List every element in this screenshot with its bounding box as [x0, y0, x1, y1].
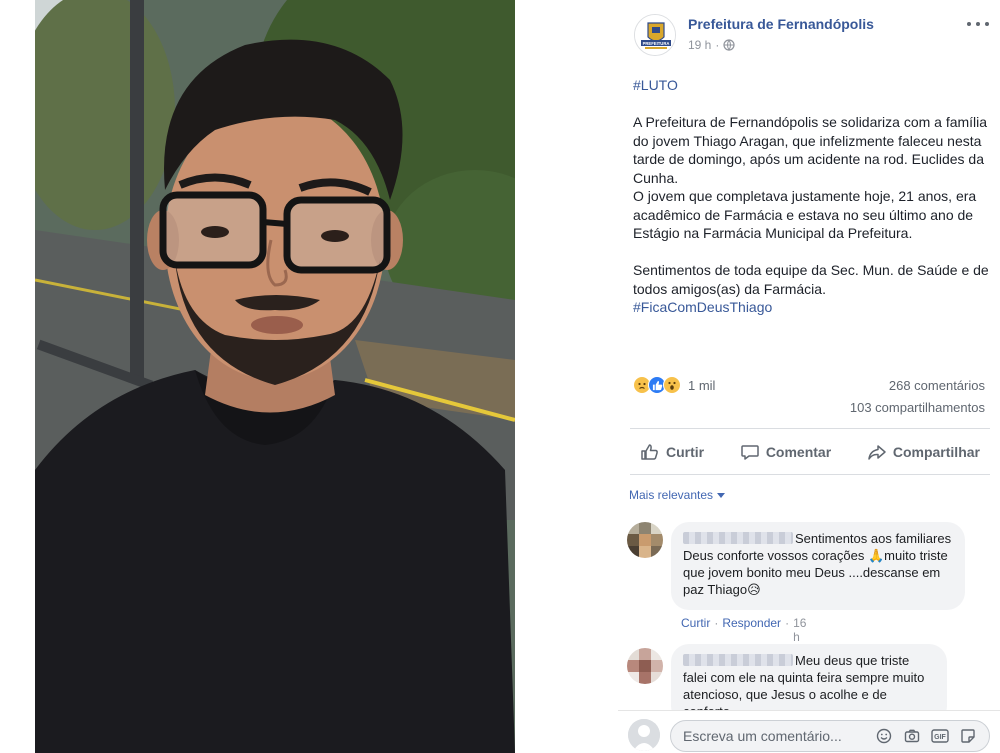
reactions-summary[interactable]: 1 mil: [633, 376, 715, 394]
post-header: PREFEITURA Prefeitura de Fernandópolis 1…: [634, 12, 989, 60]
comments-count-link[interactable]: 268 comentários: [889, 378, 985, 393]
reactions-count: 1 mil: [688, 377, 716, 393]
commenter-avatar[interactable]: [627, 522, 663, 558]
post-time[interactable]: 19 h: [688, 38, 711, 52]
sort-label: Mais relevantes: [629, 488, 714, 502]
comment-sort-dropdown[interactable]: Mais relevantes: [629, 488, 726, 502]
post-actions: Curtir Comentar Compartilhar: [630, 436, 990, 468]
share-icon: [868, 445, 886, 460]
post-text: #LUTO A Prefeitura de Fernandópolis se s…: [633, 76, 989, 317]
wow-icon: [663, 376, 681, 394]
share-button[interactable]: Compartilhar: [857, 442, 990, 462]
svg-text:GIF: GIF: [934, 734, 946, 741]
like-button[interactable]: Curtir: [630, 442, 714, 462]
emoji-icon[interactable]: [875, 727, 893, 745]
comment-actions: Curtir · Responder · 16 h: [681, 616, 807, 644]
page-avatar[interactable]: PREFEITURA: [634, 14, 676, 56]
post-side-panel: PREFEITURA Prefeitura de Fernandópolis 1…: [618, 0, 1000, 753]
comment-composer: Escreva um comentário... GIF: [618, 710, 1000, 753]
post-paragraph: A Prefeitura de Fernandópolis se solidar…: [633, 114, 988, 186]
comment-icon: [741, 445, 759, 460]
user-avatar: [628, 719, 660, 751]
comment-input[interactable]: Escreva um comentário... GIF: [670, 720, 990, 752]
comment-time[interactable]: 16 h: [793, 616, 806, 644]
composer-icons: GIF: [875, 727, 977, 745]
comment-input-placeholder: Escreva um comentário...: [683, 728, 842, 744]
comment-bubble: Sentimentos aos familiares Deus conforte…: [671, 522, 965, 610]
divider: [630, 474, 990, 475]
like-label: Curtir: [666, 444, 705, 460]
hashtag-fica-com-deus[interactable]: #FicaComDeusThiago: [633, 298, 989, 317]
city-logo-icon: PREFEITURA: [635, 15, 675, 55]
camera-icon[interactable]: [903, 727, 921, 745]
more-options-icon[interactable]: [967, 16, 989, 32]
share-label: Compartilhar: [892, 444, 980, 460]
post-meta: 19 h ·: [688, 38, 735, 52]
default-avatar-icon: [628, 719, 660, 751]
post-paragraph: O jovem que completava justamente hoje, …: [633, 188, 977, 241]
globe-icon: [723, 39, 735, 51]
commenter-name-blurred[interactable]: [683, 654, 793, 666]
commenter-name-blurred[interactable]: [683, 532, 793, 544]
post-paragraph: Sentimentos de toda equipe da Sec. Mun. …: [633, 262, 989, 297]
post-stats: 1 mil 268 comentários 103 compartilhamen…: [633, 372, 985, 422]
comment-button[interactable]: Comentar: [730, 442, 841, 462]
comment-label: Comentar: [765, 444, 832, 460]
sticker-icon[interactable]: [959, 727, 977, 745]
thumbs-up-icon: [641, 444, 658, 460]
logo-text: PREFEITURA: [643, 41, 670, 46]
gif-icon[interactable]: GIF: [931, 727, 949, 745]
hashtag-luto[interactable]: #LUTO: [633, 76, 989, 95]
chevron-down-icon: [717, 492, 726, 498]
photo-viewer: [0, 0, 618, 753]
divider: [630, 428, 990, 429]
shares-count-link[interactable]: 103 compartilhamentos: [850, 400, 985, 415]
comment-like-link[interactable]: Curtir: [681, 616, 710, 644]
post-photo[interactable]: [35, 0, 515, 753]
comment-reply-link[interactable]: Responder: [722, 616, 781, 644]
commenter-avatar[interactable]: [627, 648, 663, 684]
page-name-link[interactable]: Prefeitura de Fernandópolis: [688, 16, 874, 32]
